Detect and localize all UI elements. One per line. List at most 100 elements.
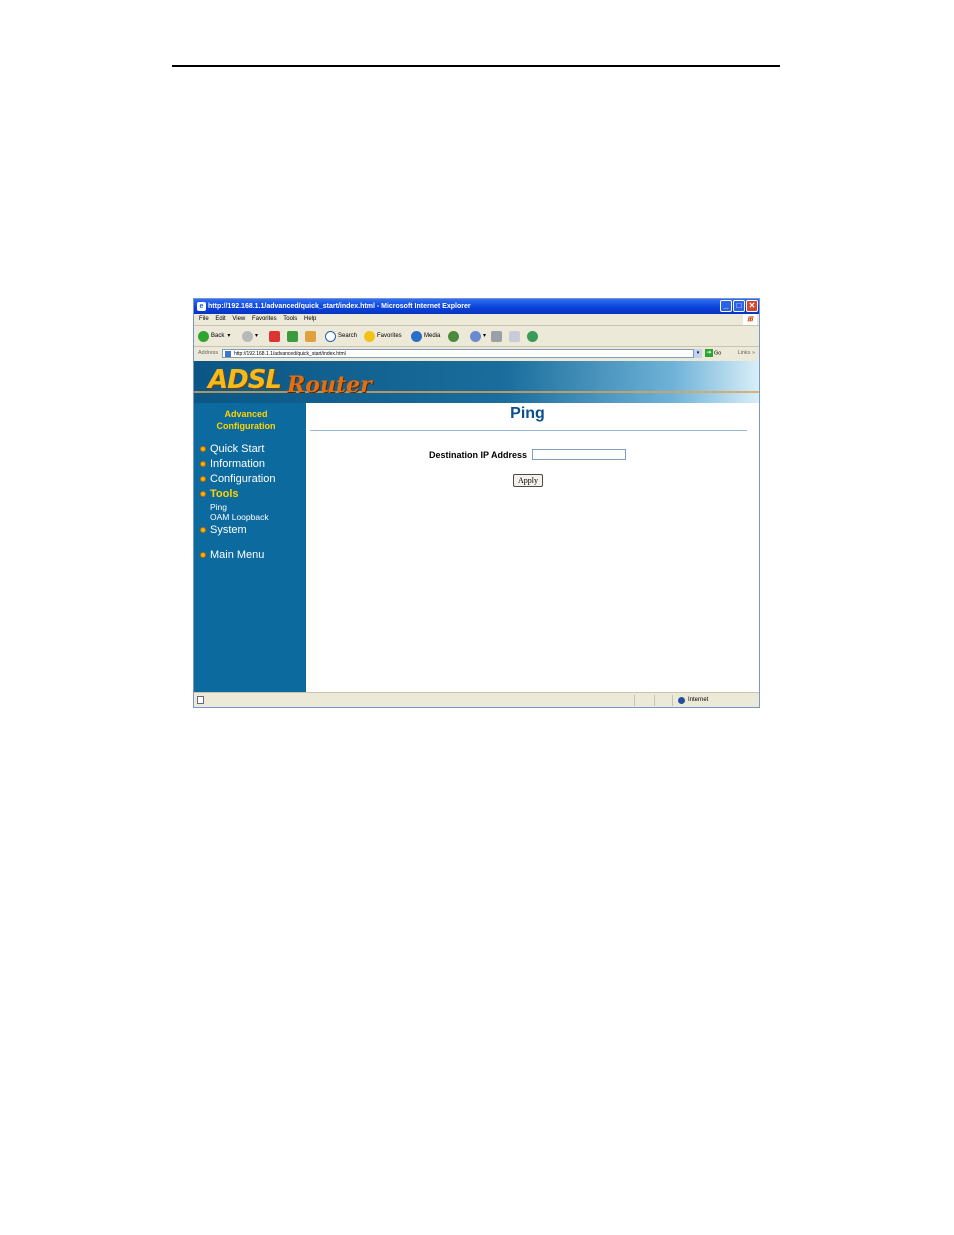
globe-icon (678, 696, 685, 704)
status-divider (672, 695, 673, 706)
sidebar-item-label: Main Menu (210, 549, 265, 561)
page-title: Ping (510, 405, 545, 422)
router-banner: ADSL Router (194, 361, 759, 403)
title-divider (310, 430, 747, 431)
sidebar-item-label: Configuration (210, 473, 276, 485)
bullet-icon (200, 491, 206, 497)
status-divider (654, 695, 655, 706)
title-bar[interactable]: e http://192.168.1.1/advanced/quick_star… (194, 299, 759, 314)
print-button[interactable] (491, 326, 504, 346)
favorites-button[interactable]: Favorites (364, 326, 402, 346)
destination-ip-input[interactable] (532, 449, 626, 460)
forward-button[interactable]: ▾ (242, 326, 258, 346)
sidebar-subitem-oam-loopback[interactable]: OAM Loopback (210, 512, 269, 522)
go-button[interactable]: ➔ Go (705, 349, 721, 358)
menu-edit[interactable]: Edit (215, 314, 225, 325)
stop-icon (269, 330, 280, 342)
links-button[interactable]: Links » (738, 347, 755, 360)
media-icon (411, 330, 422, 342)
history-button[interactable] (448, 326, 461, 346)
destination-ip-label: Destination IP Address (429, 450, 528, 460)
sidebar-item-information[interactable]: Information (200, 458, 265, 470)
menu-bar: File Edit View Favorites Tools Help ⊞ (194, 314, 759, 326)
sidebar-item-label: Quick Start (210, 443, 265, 455)
go-label: Go (714, 350, 722, 357)
logo-adsl: ADSL (208, 365, 282, 395)
sidebar-item-configuration[interactable]: Configuration (200, 473, 275, 485)
address-label: Address (198, 350, 219, 356)
mail-button[interactable]: ▾ (470, 326, 486, 346)
address-dropdown-icon[interactable]: ▾ (694, 349, 702, 358)
forward-arrow-icon (242, 330, 253, 342)
back-dropdown-icon: ▾ (227, 333, 231, 339)
forward-dropdown-icon: ▾ (255, 333, 259, 339)
sidebar-heading-line1: Advanced (224, 409, 268, 419)
star-icon (364, 330, 375, 342)
logo-router: Router (287, 372, 372, 398)
links-more-icon: » (751, 350, 755, 356)
zone-label: Internet (688, 697, 709, 703)
bullet-icon (200, 446, 206, 452)
maximize-button[interactable]: □ (733, 300, 745, 312)
favorites-label: Favorites (377, 333, 402, 339)
stop-button[interactable] (269, 326, 282, 346)
sidebar-heading: Advanced Configuration (194, 408, 298, 432)
home-button[interactable] (305, 326, 318, 346)
sidebar-item-system[interactable]: System (200, 524, 247, 536)
close-button[interactable]: ✕ (746, 300, 758, 312)
address-input[interactable]: http://192.168.1.1/advanced/quick_start/… (222, 349, 694, 358)
windows-logo-icon: ⊞ (743, 314, 757, 325)
media-label: Media (424, 333, 441, 339)
sidebar-item-tools[interactable]: Tools (200, 488, 239, 500)
address-url: http://192.168.1.1/advanced/quick_start/… (234, 351, 346, 357)
refresh-button[interactable] (287, 326, 300, 346)
search-icon (325, 330, 336, 342)
sidebar-item-main-menu[interactable]: Main Menu (200, 549, 264, 561)
history-icon (448, 330, 459, 342)
menu-view[interactable]: View (232, 314, 245, 325)
search-button[interactable]: Search (325, 326, 357, 346)
print-icon (491, 330, 502, 342)
edit-icon (509, 330, 520, 342)
back-arrow-icon (198, 330, 209, 342)
page-icon (225, 351, 231, 357)
status-divider (634, 695, 635, 706)
window-title: http://192.168.1.1/advanced/quick_start/… (208, 303, 471, 310)
mail-icon (470, 330, 481, 342)
sidebar-item-quick-start[interactable]: Quick Start (200, 443, 264, 455)
main-panel: Ping Destination IP Address Apply (306, 403, 759, 692)
browser-window: e http://192.168.1.1/advanced/quick_star… (193, 298, 760, 708)
go-arrow-icon: ➔ (705, 349, 713, 357)
menu-help[interactable]: Help (304, 314, 316, 325)
back-button[interactable]: Back ▾ (198, 326, 230, 346)
sidebar-item-label: System (210, 524, 247, 536)
menu-file[interactable]: File (199, 314, 209, 325)
media-button[interactable]: Media (411, 326, 440, 346)
apply-button[interactable]: Apply (513, 474, 543, 487)
security-zone: Internet (678, 693, 708, 707)
page-status-icon (197, 696, 204, 704)
address-bar: Address http://192.168.1.1/advanced/quic… (194, 347, 759, 360)
menu-tools[interactable]: Tools (283, 314, 297, 325)
messenger-button[interactable] (527, 326, 540, 346)
page-top-rule (172, 65, 780, 67)
sidebar-subitem-ping[interactable]: Ping (210, 502, 227, 512)
minimize-button[interactable]: _ (720, 300, 732, 312)
home-icon (305, 330, 316, 342)
back-label: Back (211, 333, 225, 339)
bullet-icon (200, 461, 206, 467)
edit-button[interactable] (509, 326, 522, 346)
bullet-icon (200, 476, 206, 482)
menu-favorites[interactable]: Favorites (252, 314, 277, 325)
refresh-icon (287, 330, 298, 342)
internet-explorer-icon: e (197, 302, 206, 311)
sidebar-item-label: Tools (210, 488, 239, 500)
sidebar-nav: Advanced Configuration Quick Start Infor… (194, 403, 306, 692)
search-label: Search (338, 333, 358, 339)
messenger-icon (527, 330, 538, 342)
mail-dropdown-icon: ▾ (483, 333, 487, 339)
standard-toolbar: Back ▾ ▾ Search Favorites Media ▾ (194, 326, 759, 347)
bullet-icon (200, 527, 206, 533)
sidebar-heading-line2: Configuration (216, 421, 276, 431)
bullet-icon (200, 552, 206, 558)
